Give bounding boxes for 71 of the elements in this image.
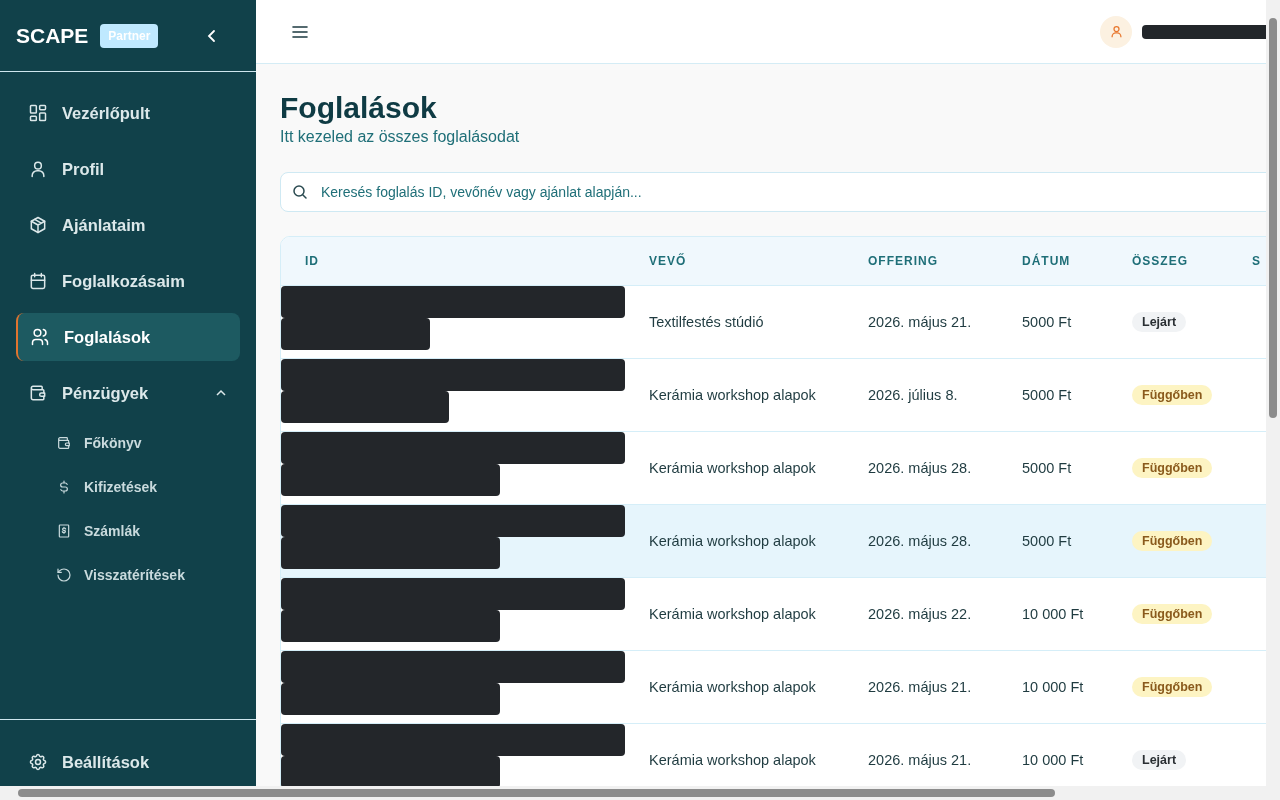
- nav-item[interactable]: Beállítások: [16, 738, 240, 786]
- nav-subitem[interactable]: Kifizetések: [40, 465, 240, 509]
- table-cell-text: Kerámia workshop alapok: [648, 459, 817, 478]
- user-icon: [28, 159, 48, 179]
- status-badge: Függőben: [1132, 604, 1213, 624]
- column-header: ÖSSZEG: [1131, 253, 1189, 270]
- table-cell-text: 2026. május 21.: [867, 678, 973, 697]
- table-cell-text: Textilfestés stúdió: [648, 313, 765, 332]
- horizontal-scrollbar[interactable]: [0, 786, 1280, 800]
- nav-item[interactable]: Profil: [16, 145, 240, 193]
- table-cell-text: 2026. május 28.: [867, 459, 973, 478]
- calendar-icon: [28, 271, 48, 291]
- search-field[interactable]: Keresés foglalás ID, vevőnév vagy ajánlat alapján...: [280, 172, 1266, 212]
- column-header: VEVŐ: [648, 252, 688, 270]
- nav-item[interactable]: Ajánlataim: [16, 201, 240, 249]
- nav-item[interactable]: Foglalkozásaim: [16, 257, 240, 305]
- table-row[interactable]: Kerámia workshop alapok 2026. május 28. 5000 Ft Függőben: [281, 431, 1266, 504]
- table-cell-text: 2026. július 8.: [867, 386, 959, 405]
- status-badge: Függőben: [1132, 531, 1213, 551]
- table-cell-text: Kerámia workshop alapok: [648, 751, 817, 770]
- page-title: Foglalások: [280, 90, 438, 126]
- nav-subitem[interactable]: Számlák: [40, 509, 240, 553]
- page-subtitle: Itt kezeled az összes foglalásodat: [280, 128, 521, 146]
- vertical-scrollbar[interactable]: [1266, 0, 1280, 786]
- table-cell-text: 2026. május 21.: [867, 751, 973, 770]
- table-cell-text: 10 000 Ft: [1021, 678, 1085, 697]
- refresh-icon: [56, 567, 72, 583]
- nav-subitem[interactable]: Visszatérítések: [40, 553, 240, 597]
- table-cell-text: 2026. május 28.: [867, 532, 973, 551]
- status-badge: Függőben: [1132, 677, 1213, 697]
- box-icon: [28, 215, 48, 235]
- table-cell-text: 10 000 Ft: [1021, 751, 1085, 770]
- nav-item[interactable]: Vezérlőpult: [16, 89, 240, 137]
- column-header: ID: [304, 253, 320, 270]
- status-badge: Függőben: [1132, 385, 1213, 405]
- column-header: OFFERING: [867, 253, 939, 270]
- search-icon: [292, 184, 308, 200]
- table-cell-text: Kerámia workshop alapok: [648, 386, 817, 405]
- table-cell-text: 2026. május 21.: [867, 313, 973, 332]
- wallet-icon: [28, 383, 48, 403]
- status-badge: Lejárt: [1132, 312, 1187, 332]
- table-cell-text: 5000 Ft: [1021, 386, 1073, 405]
- status-badge: Függőben: [1132, 458, 1213, 478]
- table-cell-text: 5000 Ft: [1021, 459, 1073, 478]
- nav-item[interactable]: Foglalások: [16, 313, 240, 361]
- status-badge: Lejárt: [1132, 750, 1187, 770]
- table-cell-text: Kerámia workshop alapok: [648, 678, 817, 697]
- table-cell-text: 5000 Ft: [1021, 532, 1073, 551]
- column-header: S: [1251, 253, 1262, 270]
- nav-subitem[interactable]: Főkönyv: [40, 421, 240, 465]
- avatar[interactable]: [1100, 15, 1132, 48]
- users-icon: [30, 327, 50, 347]
- settings-icon: [28, 752, 48, 772]
- table-row[interactable]: Kerámia workshop alapok 2026. július 8. 5000 Ft Függőben: [281, 358, 1266, 431]
- table-cell-text: 2026. május 22.: [867, 605, 973, 624]
- nav-item[interactable]: Pénzügyek: [16, 369, 240, 417]
- logo: SCAPE: [16, 23, 89, 48]
- table-row[interactable]: Kerámia workshop alapok 2026. május 22. 10 000 Ft Függőben: [281, 577, 1266, 650]
- partner-badge: Partner: [100, 23, 159, 48]
- wallet-icon: [56, 435, 72, 451]
- table-cell-text: Kerámia workshop alapok: [648, 605, 817, 624]
- table-row[interactable]: Kerámia workshop alapok 2026. május 28. 5000 Ft Függőben: [281, 504, 1266, 577]
- receipt-icon: [56, 523, 72, 539]
- table-row[interactable]: Textilfestés stúdió 2026. május 21. 5000 Ft Lejárt: [281, 285, 1266, 358]
- column-header: DÁTUM: [1021, 252, 1072, 270]
- table-row[interactable]: Kerámia workshop alapok 2026. május 21. 10 000 Ft Lejárt: [281, 723, 1266, 786]
- grid-icon: [28, 103, 48, 123]
- table-cell-text: Kerámia workshop alapok: [648, 532, 817, 551]
- table-row[interactable]: Kerámia workshop alapok 2026. május 21. 10 000 Ft Függőben: [281, 650, 1266, 723]
- table-cell-text: 10 000 Ft: [1021, 605, 1085, 624]
- table-cell-text: 5000 Ft: [1021, 313, 1073, 332]
